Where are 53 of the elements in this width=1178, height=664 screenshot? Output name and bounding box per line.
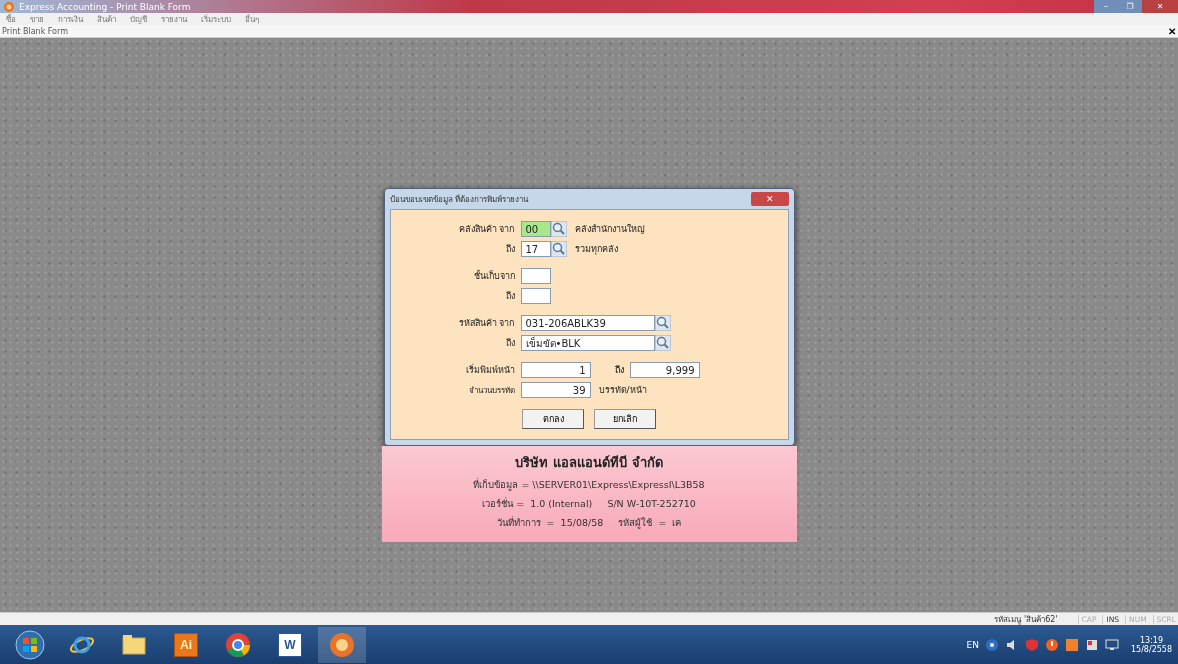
field-label: ถึง: [504, 290, 515, 303]
monitor-icon[interactable]: [1104, 637, 1119, 652]
field-label: คลังสินค้า จาก: [457, 223, 515, 236]
menu-item[interactable]: รายงาน: [161, 12, 187, 26]
close-button[interactable]: ✕: [1142, 0, 1178, 13]
info-text: ที่เก็บข้อมูล = \\SERVER01\Express\ExpressI\L3B58: [473, 477, 705, 492]
field-note: คลังสำนักงานใหญ่: [574, 223, 645, 236]
input-field[interactable]: 39: [520, 382, 591, 398]
dialog-title: ป้อนขอบเขตข้อมูล ที่ต้องการพิมพ์รายงาน: [389, 193, 529, 206]
flag-icon[interactable]: [1084, 637, 1099, 652]
child-window-title: Print Blank Form: [2, 26, 68, 36]
word-button[interactable]: W: [278, 632, 302, 657]
field-note: บรรทัด/หน้า: [598, 384, 647, 397]
company-name: บริษัท แอลแอนด์ทีบี จำกัด: [515, 454, 663, 472]
app-icon: [3, 0, 15, 13]
field-label: จำนวนบรรทัด: [467, 384, 515, 397]
input-field[interactable]: 031-206ABLK39: [520, 315, 655, 331]
menu-item[interactable]: การเงิน: [58, 12, 83, 26]
close-button[interactable]: ✕: [1168, 25, 1176, 37]
field-label: รหัสสินค้า จาก: [457, 317, 515, 330]
field-note: รวมทุกคลัง: [574, 243, 618, 256]
menu-item[interactable]: เริ่มระบบ: [201, 12, 231, 26]
input-field[interactable]: 9,999: [629, 362, 700, 378]
info-text: วันที่ทำการ = 15/08/58 รหัสผู้ใช้ = เค: [496, 515, 682, 530]
menu-item[interactable]: อื่นๆ: [245, 12, 259, 26]
input-field[interactable]: 1: [520, 362, 591, 378]
menu-item[interactable]: ขาย: [30, 12, 44, 26]
menu-item[interactable]: บัญชี: [130, 12, 147, 26]
cancel-button[interactable]: ยกเลิก: [594, 409, 656, 429]
clock-date[interactable]: 15/8/2558: [1130, 644, 1172, 654]
field-label: ชั้นเก็บจาก: [472, 269, 515, 283]
close-button[interactable]: ✕: [750, 192, 789, 206]
menu-item[interactable]: สินค้า: [97, 12, 116, 26]
field-label: ถึง: [504, 243, 515, 256]
input-field[interactable]: [520, 288, 551, 304]
menu-code-text: รหัสเมนู 'สินค้า62': [994, 613, 1058, 626]
input-field[interactable]: [520, 268, 551, 284]
input-field[interactable]: เข็มขัด•BLK: [520, 335, 655, 351]
start-button[interactable]: [14, 628, 46, 661]
field-label: ถึง: [614, 364, 624, 377]
info-text: เวอร์ชั่น = 1.0 (Internal) S/N W-10T-252710: [482, 496, 696, 511]
window-title: Express Accounting - Print Blank Form: [19, 1, 192, 12]
menu-item[interactable]: ซื้อ: [6, 12, 16, 26]
field-label: เริ่มพิมพ์หน้า: [464, 363, 515, 377]
field-label: ถึง: [504, 337, 515, 350]
input-field[interactable]: 17: [520, 241, 551, 257]
clock-time[interactable]: 13:19: [1139, 635, 1163, 645]
warning-icon[interactable]: [1044, 637, 1059, 652]
ok-button[interactable]: ตกลง: [522, 409, 584, 429]
input-field[interactable]: 00: [520, 221, 551, 237]
help-icon[interactable]: [984, 637, 999, 652]
language-indicator[interactable]: EN: [966, 639, 979, 650]
square-icon[interactable]: [1064, 637, 1079, 652]
